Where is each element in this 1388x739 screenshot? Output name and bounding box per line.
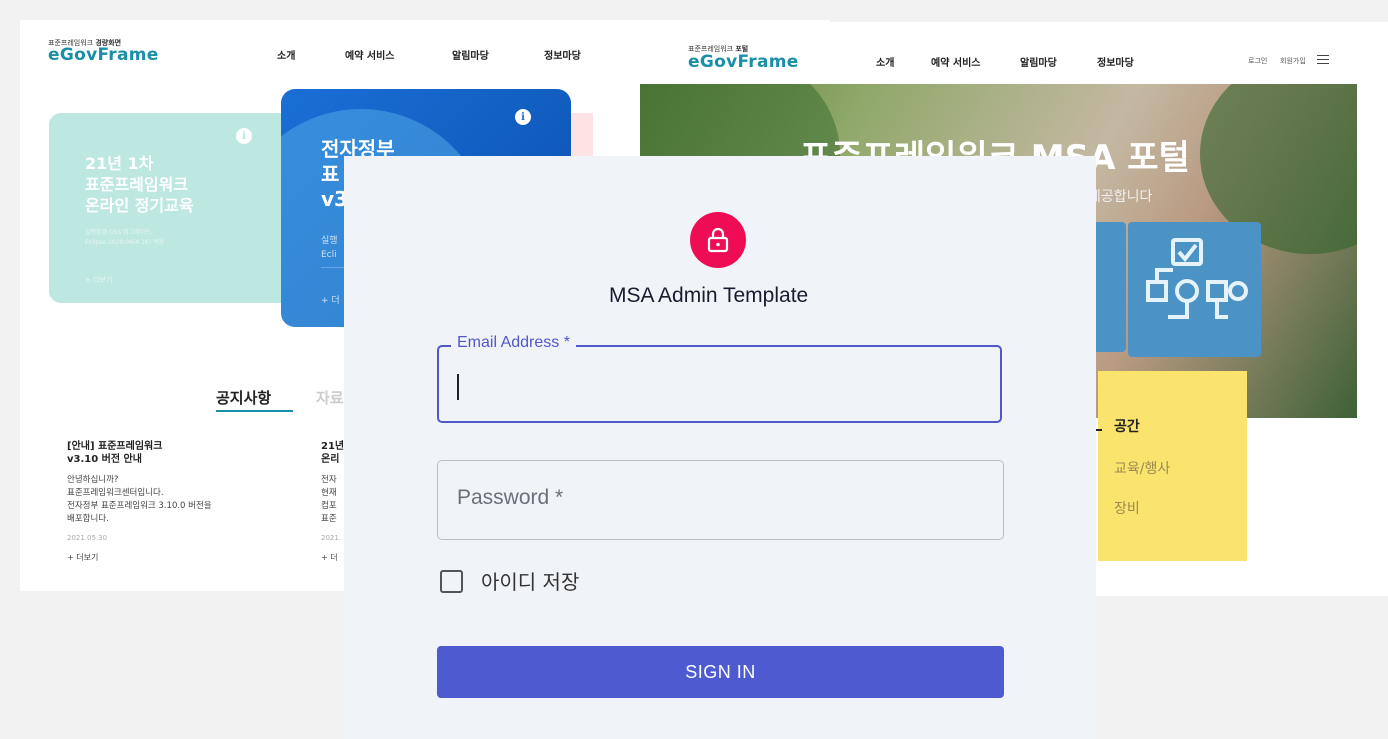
notice-date: 2021.05.30 xyxy=(67,534,108,542)
menu-item-education[interactable]: 교육/행사 xyxy=(1114,458,1170,478)
left-nav-notice[interactable]: 알림마당 xyxy=(452,47,489,62)
right-logo[interactable]: eGovFrame xyxy=(688,52,799,72)
left-nav-intro[interactable]: 소개 xyxy=(277,47,295,62)
text-cursor xyxy=(457,374,459,400)
education-card-title: 21년 1차 표준프레임워크 온라인 정기교육 xyxy=(85,154,194,215)
tab-active-indicator xyxy=(216,410,293,412)
email-field-label: Email Address * xyxy=(451,334,576,352)
left-nav-info[interactable]: 정보마당 xyxy=(544,47,581,62)
right-nav-intro[interactable]: 소개 xyxy=(876,54,894,69)
info-icon[interactable]: i xyxy=(236,128,252,144)
info-icon[interactable]: i xyxy=(515,109,531,125)
notice-body: 전자 현재 컴포 표준 xyxy=(321,475,337,524)
sign-in-button[interactable]: SIGN IN xyxy=(437,646,1004,698)
notice-more-link[interactable]: + 더보기 xyxy=(67,552,212,563)
menu-icon[interactable] xyxy=(1317,55,1329,64)
password-placeholder: Password * xyxy=(457,486,564,509)
hero-subtitle: 제공합니다 xyxy=(1088,189,1153,205)
education-card-more[interactable]: + 더보기 xyxy=(85,275,112,285)
email-field[interactable] xyxy=(437,345,1002,423)
right-nav-notice[interactable]: 알림마당 xyxy=(1020,54,1057,69)
right-nav-reservation[interactable]: 예약 서비스 xyxy=(931,54,980,69)
remember-id-label[interactable]: 아이디 저장 xyxy=(481,566,579,595)
lock-icon xyxy=(707,227,729,253)
tab-notice[interactable]: 공지사항 xyxy=(216,387,271,408)
login-title: MSA Admin Template xyxy=(609,284,809,307)
tab-resources[interactable]: 자료 xyxy=(316,387,344,408)
menu-item-equipment[interactable]: 장비 xyxy=(1114,498,1140,518)
menu-item-space[interactable]: 공간 xyxy=(1114,416,1140,436)
remember-id-checkbox[interactable] xyxy=(440,570,463,593)
flowchart-icon xyxy=(1146,238,1248,319)
quick-menu-panel: 공간 교육/행사 장비 xyxy=(1092,371,1247,561)
signup-link[interactable]: 회원가입 xyxy=(1280,56,1306,66)
left-logo[interactable]: eGovFrame xyxy=(48,45,159,65)
notice-item[interactable]: 21년 온리 전자 현재 컴포 표준 2021. + 더 xyxy=(321,440,344,563)
cube-image xyxy=(1128,222,1261,357)
login-panel: MSA Admin Template Email Address * Passw… xyxy=(344,156,1096,739)
login-link[interactable]: 로그인 xyxy=(1248,56,1267,66)
left-nav-reservation[interactable]: 예약 서비스 xyxy=(345,47,394,62)
notice-title: 21년 온리 xyxy=(321,441,345,465)
notice-item[interactable]: [안내] 표준프레임워크 v3.10 버전 안내 안녕하십니까? 표준프레임워크… xyxy=(67,440,212,563)
notice-title: [안내] 표준프레임워크 v3.10 버전 안내 xyxy=(67,441,163,465)
egov-card-more[interactable]: + 더 xyxy=(321,294,340,308)
lock-avatar xyxy=(690,212,746,268)
right-nav-info[interactable]: 정보마당 xyxy=(1097,54,1134,69)
egov-card-subtitle: 실행 Ecli xyxy=(321,236,338,260)
notice-date: 2021. xyxy=(321,534,342,542)
notice-more-link[interactable]: + 더 xyxy=(321,552,344,563)
education-card-subtitle: 실행환경 OSS 업그레이드, Eclipse 2020-06(4.16) 적용 xyxy=(85,229,165,246)
notice-body: 안녕하십니까? 표준프레임워크센터입니다. 전자정부 표준프레임워크 3.10.… xyxy=(67,475,212,524)
